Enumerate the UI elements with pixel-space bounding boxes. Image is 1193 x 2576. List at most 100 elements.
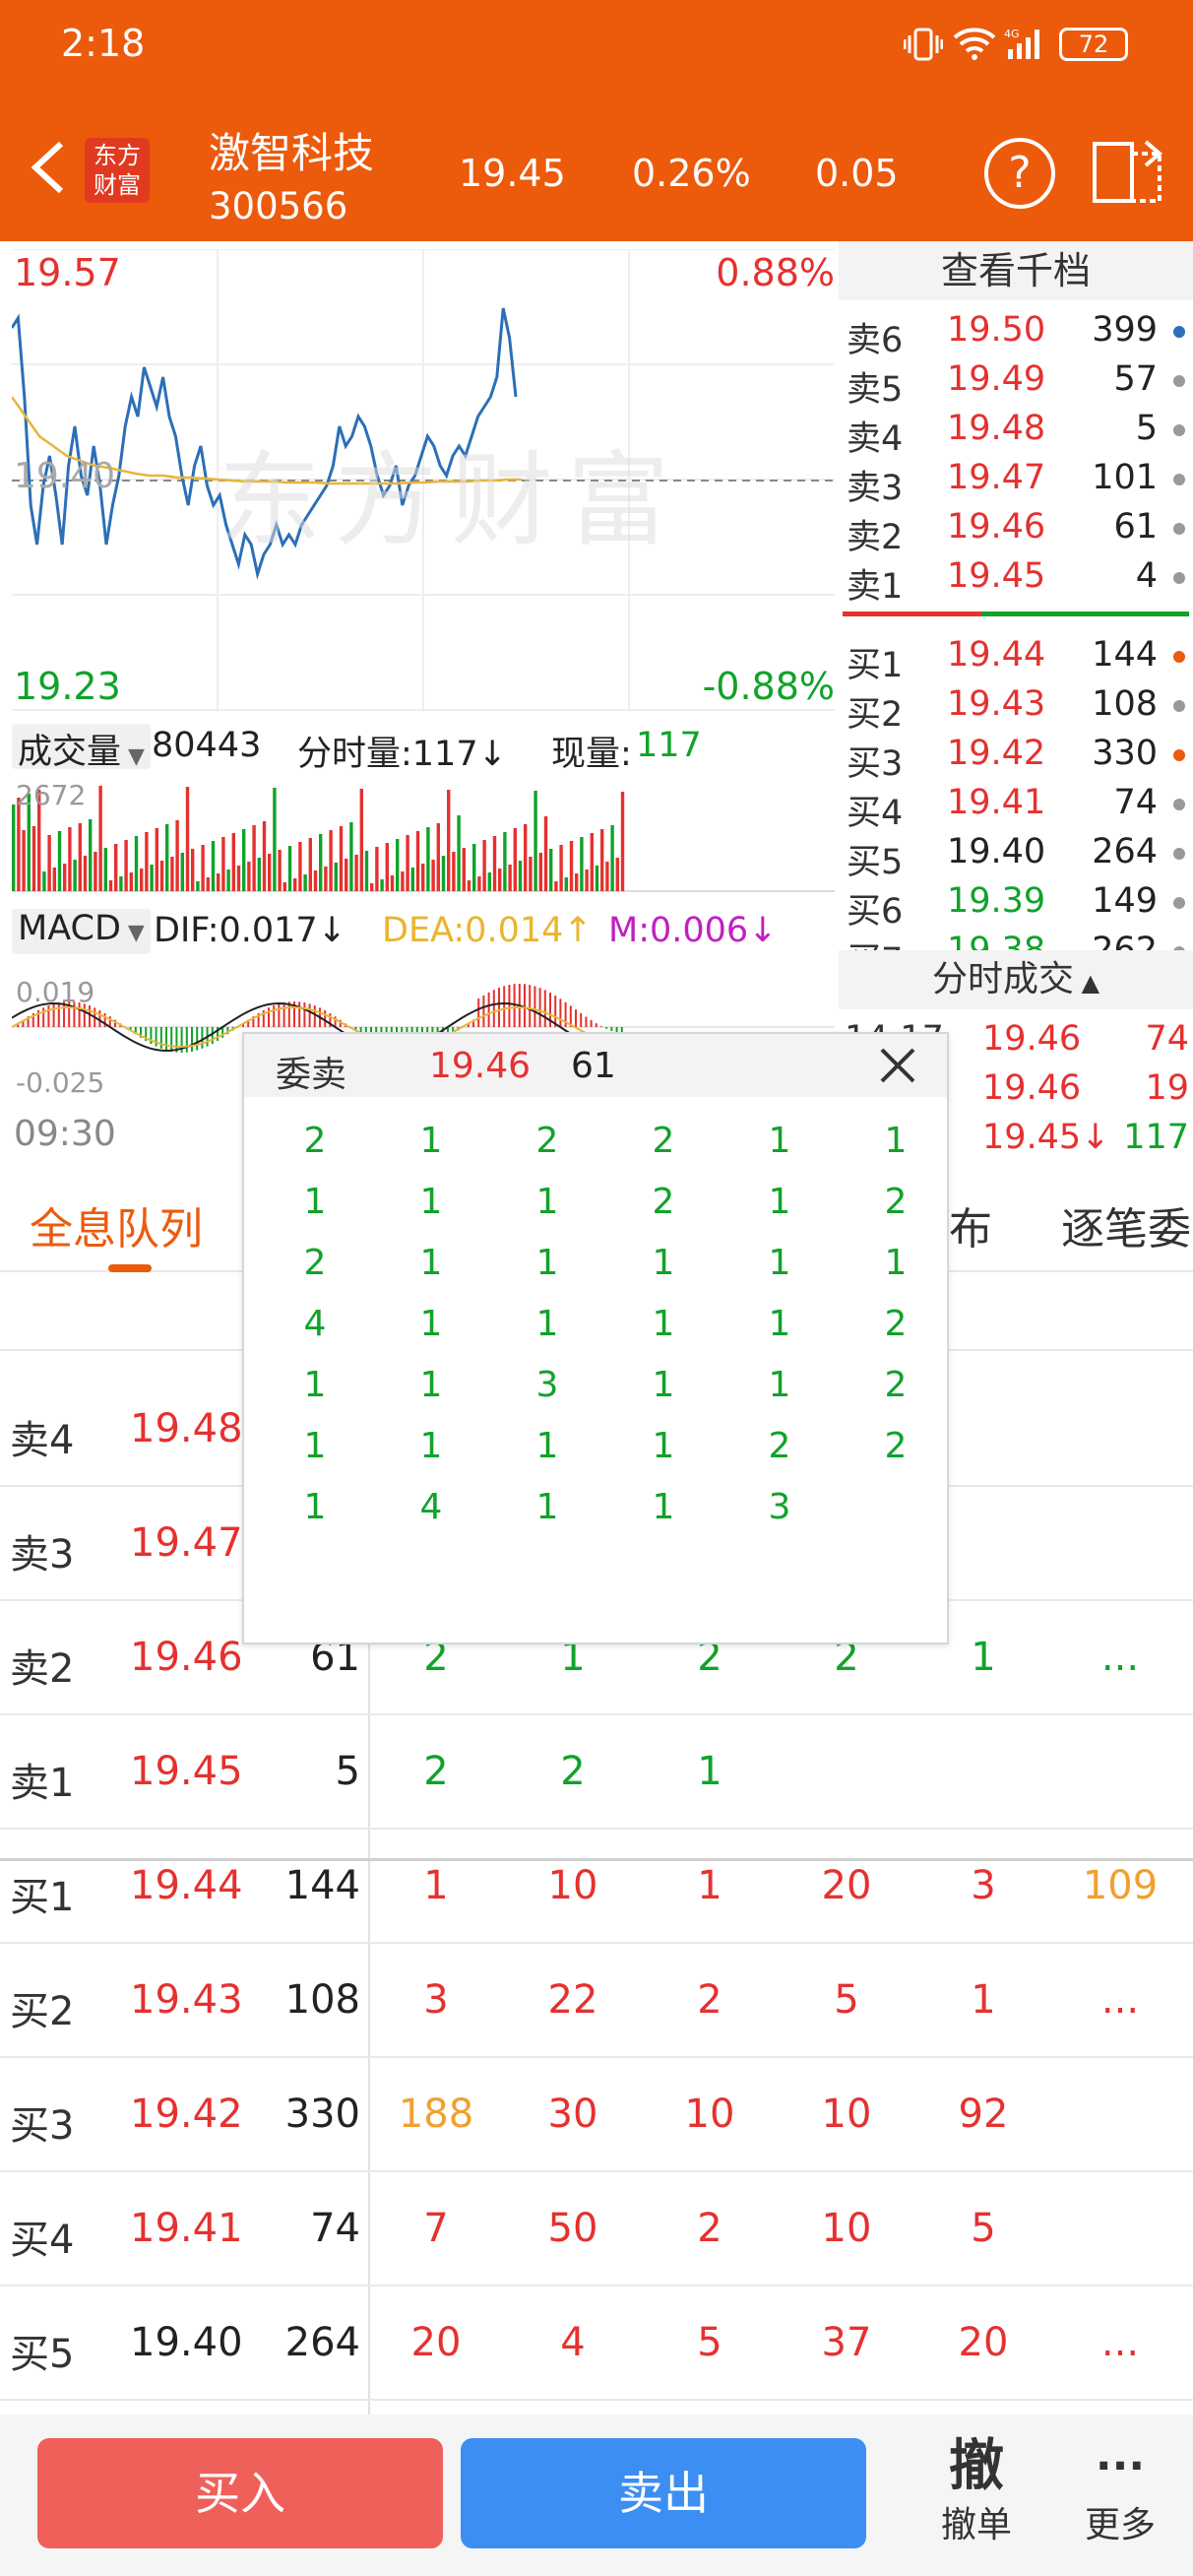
sell-button[interactable]: 卖出 (461, 2438, 866, 2548)
queue-row-label: 卖2 (10, 1646, 75, 1692)
queue-cell: 5 (971, 2206, 996, 2251)
popup-cell: 1 (535, 1426, 559, 1466)
volume-bar (98, 786, 102, 891)
queue-row[interactable]: 买3 19.42 330 188 30 10 10 92 (0, 2058, 1193, 2172)
tab-distribution[interactable]: 布 (949, 1193, 992, 1256)
popup-header: 委卖 19.46 61 (244, 1034, 947, 1097)
volume-bar (585, 869, 589, 891)
orderbook-panel: 查看千档 卖6 19.50 399 卖5 19.49 57 卖4 19.48 5 卖3 19.47 1… (839, 241, 1193, 950)
signal-icon: 4G (1004, 26, 1047, 65)
queue-row[interactable]: 卖1 19.45 5 2 2 1 (0, 1715, 1193, 1830)
ask-row[interactable]: 卖2 19.46 61 (839, 503, 1193, 557)
macd-bar (492, 990, 495, 1027)
bid-price: 19.40 (947, 832, 1046, 871)
volume-bar (94, 852, 97, 891)
volume-bar (159, 861, 164, 891)
bid-volume: 144 (1092, 635, 1158, 675)
bid-row[interactable]: 买7 19.38 262 (839, 927, 1193, 950)
popup-cell: 2 (535, 1121, 559, 1161)
bid-row[interactable]: 买1 19.44 144 (839, 631, 1193, 685)
volume-bar (78, 823, 82, 891)
ask-row[interactable]: 卖3 19.47 101 (839, 454, 1193, 508)
tick-price: 19.46 (982, 1019, 1082, 1059)
bid-row[interactable]: 买5 19.40 264 (839, 828, 1193, 882)
queue-cell: 10 (684, 2092, 735, 2137)
popup-cell: 1 (652, 1243, 675, 1283)
buy-button[interactable]: 买入 (37, 2438, 443, 2548)
ask-row[interactable]: 卖1 19.45 4 (839, 552, 1193, 607)
popup-cell: 2 (884, 1182, 908, 1222)
tab-distribution-label: 布 (949, 1204, 992, 1255)
ask-row[interactable]: 卖4 19.48 5 (839, 405, 1193, 459)
ask-label: 卖1 (847, 567, 904, 607)
tick-price: 19.46 (982, 1068, 1082, 1108)
macd-bar (503, 986, 506, 1027)
status-dot-icon (1173, 700, 1185, 712)
popup-cell: 4 (303, 1304, 327, 1344)
change-pct: 0.26% (632, 152, 751, 195)
volume-bar (273, 788, 277, 891)
close-icon[interactable] (876, 1044, 919, 1096)
volume-bar (431, 860, 435, 891)
queue-detail-popup: 委卖 19.46 61 2 1 2 2 1 1 1 1 1 2 1 2 2 1 1 1 1 1 4 1 1 1 1 2 1 1 3 1… (242, 1032, 949, 1644)
popup-cell: 1 (652, 1304, 675, 1344)
macd-dea: DEA:0.014↑ (382, 911, 593, 950)
macd-selector[interactable]: MACD ▼ (12, 909, 151, 954)
chart-area[interactable]: 19.57 0.88% 19.40 19.23 -0.88% 东方财富 成交量 … (0, 241, 839, 1162)
volume-bar (564, 877, 568, 891)
bid-row[interactable]: 买4 19.41 74 (839, 779, 1193, 833)
chart-watermark: 东方财富 (219, 440, 684, 560)
queue-row-label: 卖3 (10, 1532, 75, 1578)
tab-full-queue[interactable]: 全息队列 (30, 1193, 203, 1256)
volume-bar (359, 789, 363, 891)
tab-order-by-order[interactable]: 逐笔委 (1061, 1193, 1193, 1256)
popup-cell: 1 (768, 1121, 791, 1161)
ask-row[interactable]: 卖5 19.49 57 (839, 355, 1193, 410)
volume-bar (524, 824, 528, 891)
macd-bar (508, 985, 511, 1027)
status-dot-icon (1173, 749, 1185, 761)
volume-bar (534, 791, 537, 891)
ask-volume: 57 (1113, 359, 1158, 399)
queue-cell: 2 (697, 2206, 722, 2251)
current-volume-label: 现量: (551, 735, 632, 774)
ask-row[interactable]: 卖6 19.50 399 (839, 306, 1193, 360)
bid-volume: 330 (1092, 734, 1158, 773)
queue-row[interactable]: 买5 19.40 264 20 4 5 37 20... (0, 2286, 1193, 2401)
ticks-title[interactable]: 分时成交 ▲ (839, 950, 1193, 1009)
volume-bar (329, 830, 333, 891)
volume-bar (247, 862, 251, 891)
back-icon[interactable] (24, 138, 73, 197)
popup-cell: 1 (652, 1487, 675, 1527)
popup-cell: 2 (652, 1182, 675, 1222)
volume-selector[interactable]: 成交量 ▼ (12, 724, 151, 772)
question-circle-icon[interactable]: ? (984, 138, 1055, 209)
popup-cell: 3 (768, 1487, 791, 1527)
queue-cell: 37 (821, 2320, 872, 2365)
volume-bar (580, 837, 584, 891)
queue-row[interactable]: 买4 19.41 74 7 50 2 10 5 (0, 2172, 1193, 2286)
bid-row[interactable]: 买6 19.39 149 (839, 877, 1193, 932)
bid-row[interactable]: 买3 19.42 330 (839, 730, 1193, 784)
orderbook-title[interactable]: 查看千档 (839, 241, 1193, 300)
queue-row-price: 19.43 (130, 1977, 243, 2023)
bid-row[interactable]: 买2 19.43 108 (839, 680, 1193, 735)
layout-switch-icon[interactable] (1091, 138, 1165, 211)
volume-bar (406, 835, 409, 891)
more-button[interactable]: ··· 更多 (1069, 2432, 1171, 2570)
volume-bar (590, 833, 594, 891)
queue-row[interactable]: 买2 19.43 108 3 22 2 5 1... (0, 1944, 1193, 2058)
stock-name: 激智科技 (209, 129, 375, 177)
popup-cell: 4 (419, 1487, 443, 1527)
volume-bar (482, 840, 486, 891)
queue-row[interactable]: 买1 19.44 144 1 10 1 20 3 109 (0, 1830, 1193, 1944)
queue-cell: 1 (423, 1863, 449, 1908)
volume-bar (559, 845, 563, 891)
volume-bar (380, 879, 384, 891)
volume-bar (503, 832, 507, 891)
ask-volume: 4 (1135, 556, 1158, 596)
macd-bar (324, 1010, 327, 1027)
popup-cell: 1 (303, 1426, 327, 1466)
queue-cell: 10 (547, 1863, 598, 1908)
cancel-order-button[interactable]: 撤 撤单 (925, 2432, 1028, 2570)
